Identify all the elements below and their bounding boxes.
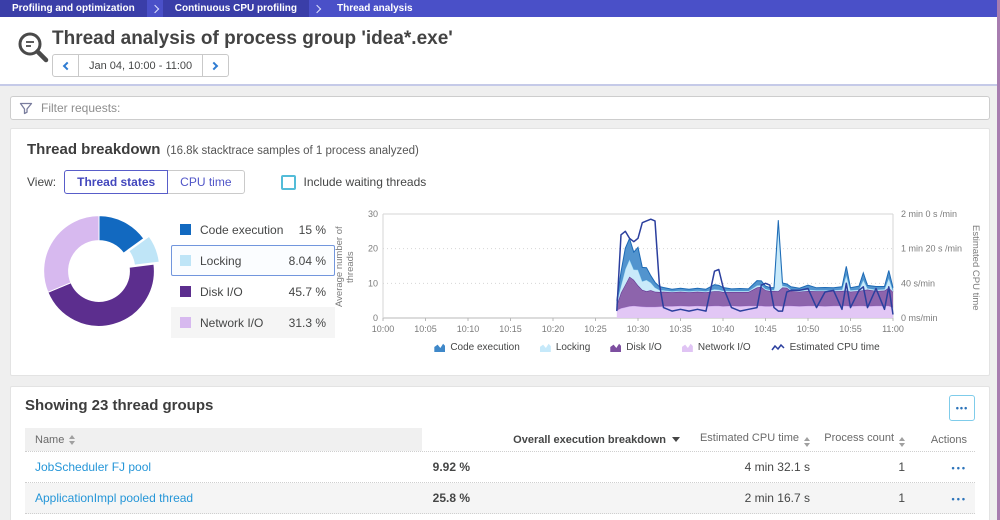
cpu-line-icon [771,343,785,353]
svg-text:20: 20 [368,244,378,254]
code-execution-area-icon [434,343,445,352]
thread-groups-title: Showing 23 thread groups [25,397,213,414]
column-header-actions: Actions [905,434,975,446]
thread-group-link[interactable]: ApplicationImpl pooled thread [35,491,193,505]
network-io-swatch-icon [180,317,191,328]
svg-text:10:20: 10:20 [542,324,565,334]
svg-text:10:45: 10:45 [754,324,777,334]
breadcrumb-item-thread-analysis: Thread analysis [325,0,425,17]
row-actions-icon[interactable]: ••• [952,463,967,473]
timeframe-label[interactable]: Jan 04, 10:00 - 11:00 [79,55,202,76]
disk-io-swatch-icon [180,286,191,297]
sort-desc-icon [672,437,680,442]
svg-text:10:25: 10:25 [584,324,607,334]
breadcrumb-item-cpu-profiling[interactable]: Continuous CPU profiling [163,0,309,17]
svg-text:10:55: 10:55 [839,324,862,334]
chart-legend: Code execution Locking Disk I/O Network … [341,342,973,353]
left-axis-title: Average number of threads [334,214,356,320]
breadcrumb-item-profiling[interactable]: Profiling and optimization [0,0,147,17]
column-header-cpu-time[interactable]: Estimated CPU time [680,432,810,447]
thread-timeseries-chart: Average number of threads 010203010:0010… [341,208,973,353]
table-row: ApplicationImpl pooled thread 25.8 % 2 m… [25,483,975,514]
svg-text:40 s/min: 40 s/min [901,278,935,288]
table-row: JobScheduler FJ pool 9.92 % 4 min 32.1 s… [25,452,975,483]
sort-icon [69,435,75,445]
thread-breakdown-title: Thread breakdown [27,141,160,158]
disk-io-area-icon [610,343,621,352]
row-actions-icon[interactable]: ••• [952,494,967,504]
breadcrumb-chevron-icon [314,0,320,17]
process-count-value: 1 [810,491,905,505]
page-header: Thread analysis of process group 'idea*.… [0,17,1000,86]
svg-text:0: 0 [373,313,378,323]
process-count-value: 1 [810,460,905,474]
svg-text:1 min 20 s /min: 1 min 20 s /min [901,244,962,254]
filter-funnel-icon [19,101,33,120]
thread-groups-table: Name Overall execution breakdown Estimat… [25,428,975,514]
chart-legend-estimated-cpu-time[interactable]: Estimated CPU time [771,342,880,353]
cpu-time-value: 2 min 16.7 s [680,491,810,505]
code-execution-swatch-icon [180,224,191,235]
table-header-row: Name Overall execution breakdown Estimat… [25,428,975,452]
breadcrumb: Profiling and optimization Continuous CP… [0,0,1000,17]
svg-text:10:40: 10:40 [712,324,735,334]
svg-text:0 ms/min: 0 ms/min [901,313,938,323]
svg-text:2 min 0 s /min: 2 min 0 s /min [901,209,957,219]
chevron-right-icon [210,61,218,69]
right-axis-title: Estimated CPU time [970,218,981,318]
thread-states-button[interactable]: Thread states [64,170,168,194]
legend-row-code-execution[interactable]: Code execution 15 % [171,214,335,245]
chevron-left-icon [63,61,71,69]
thread-state-donut-chart[interactable] [37,208,161,339]
network-io-area-icon [682,343,693,352]
svg-text:10:15: 10:15 [499,324,522,334]
svg-text:10:30: 10:30 [627,324,650,334]
chart-legend-code-execution[interactable]: Code execution [434,342,520,353]
filter-requests-input[interactable] [10,96,990,120]
view-label: View: [27,175,56,189]
page: Profiling and optimization Continuous CP… [0,0,1000,520]
filter-bar [10,96,990,120]
breakdown-percent: 9.92 % [422,460,470,474]
column-header-breakdown[interactable]: Overall execution breakdown [422,434,680,446]
breakdown-percent: 25.8 % [422,491,470,505]
chart-legend-locking[interactable]: Locking [540,342,590,353]
svg-text:10:00: 10:00 [372,324,395,334]
timeframe-selector: Jan 04, 10:00 - 11:00 [52,54,229,77]
svg-text:10:50: 10:50 [797,324,820,334]
legend-row-network-io[interactable]: Network I/O 31.3 % [171,307,335,338]
thread-analysis-icon [14,29,52,74]
cpu-time-value: 4 min 32.1 s [680,460,810,474]
donut-legend: Code execution 15 % Locking 8.04 % Disk … [171,214,335,338]
view-toggle: Thread states CPU time [64,170,244,194]
include-waiting-threads-label[interactable]: Include waiting threads [304,175,427,189]
column-header-name[interactable]: Name [25,428,422,451]
svg-text:11:00: 11:00 [882,324,904,334]
locking-area-icon [540,343,551,352]
svg-text:10:05: 10:05 [414,324,437,334]
chart-legend-disk-io[interactable]: Disk I/O [610,342,662,353]
column-header-process-count[interactable]: Process count [810,432,905,447]
svg-text:10: 10 [368,278,378,288]
timeframe-next-button[interactable] [202,55,228,76]
thread-group-link[interactable]: JobScheduler FJ pool [35,460,151,474]
table-more-actions-button[interactable]: ••• [949,395,975,421]
chart-legend-network-io[interactable]: Network I/O [682,342,751,353]
page-title: Thread analysis of process group 'idea*.… [52,28,453,50]
svg-text:10:10: 10:10 [457,324,480,334]
legend-row-disk-io[interactable]: Disk I/O 45.7 % [171,276,335,307]
svg-text:10:35: 10:35 [669,324,692,334]
timeframe-prev-button[interactable] [53,55,79,76]
breadcrumb-chevron-icon [152,0,158,17]
svg-text:30: 30 [368,209,378,219]
legend-row-locking[interactable]: Locking 8.04 % [171,245,335,276]
cpu-time-button[interactable]: CPU time [167,170,244,194]
locking-swatch-icon [180,255,191,266]
include-waiting-threads-checkbox[interactable] [281,175,296,190]
thread-breakdown-card: Thread breakdown (16.8k stacktrace sampl… [10,128,990,376]
sample-note: (16.8k stacktrace samples of 1 process a… [166,145,418,157]
thread-groups-card: Showing 23 thread groups ••• Name Overal… [10,386,990,520]
